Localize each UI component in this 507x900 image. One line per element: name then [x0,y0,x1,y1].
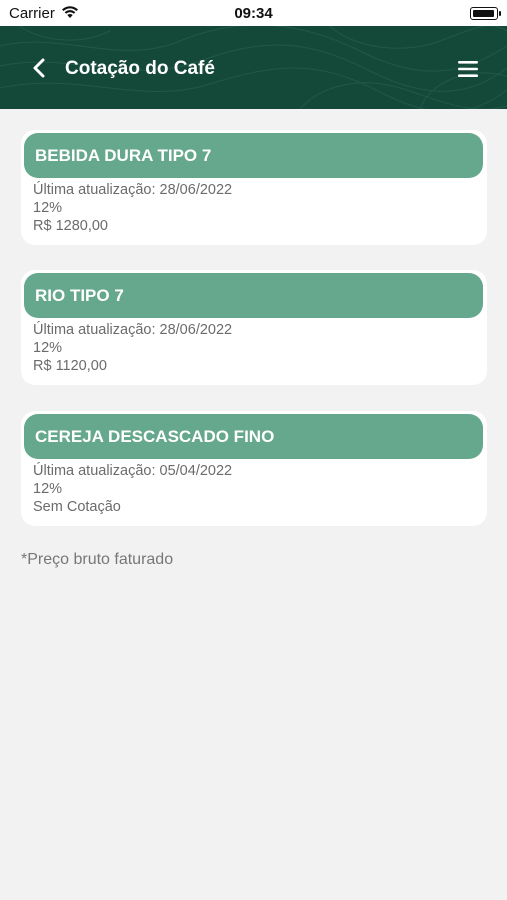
card-updated: Última atualização: 28/06/2022 [33,182,233,198]
card-updated: Última atualização: 28/06/2022 [33,322,233,338]
status-time: 09:34 [234,5,273,22]
card-price: R$ 1280,00 [33,218,108,234]
card-title: RIO TIPO 7 [24,273,483,318]
card-price: R$ 1120,00 [33,358,107,374]
back-button[interactable] [28,56,52,80]
footnote: *Preço bruto faturado [21,551,174,568]
quote-card[interactable]: CEREJA DESCASCADO FINO Última atualizaçã… [21,411,487,526]
menu-button[interactable] [456,59,480,79]
quote-card[interactable]: BEBIDA DURA TIPO 7 Última atualização: 2… [21,130,487,245]
quote-card[interactable]: RIO TIPO 7 Última atualização: 28/06/202… [21,270,487,385]
status-bar: Carrier 09:34 [0,0,507,26]
card-price: Sem Cotação [33,499,121,515]
page-title: Cotação do Café [65,58,215,79]
card-percent: 12% [33,340,63,356]
card-updated: Última atualização: 05/04/2022 [33,463,233,479]
battery-fill [473,10,494,17]
card-percent: 12% [33,481,63,497]
battery-icon [470,7,501,20]
card-title: CEREJA DESCASCADO FINO [24,414,483,459]
app-header: Cotação do Café [0,26,507,109]
card-title: BEBIDA DURA TIPO 7 [24,133,483,178]
card-percent: 12% [33,200,63,216]
